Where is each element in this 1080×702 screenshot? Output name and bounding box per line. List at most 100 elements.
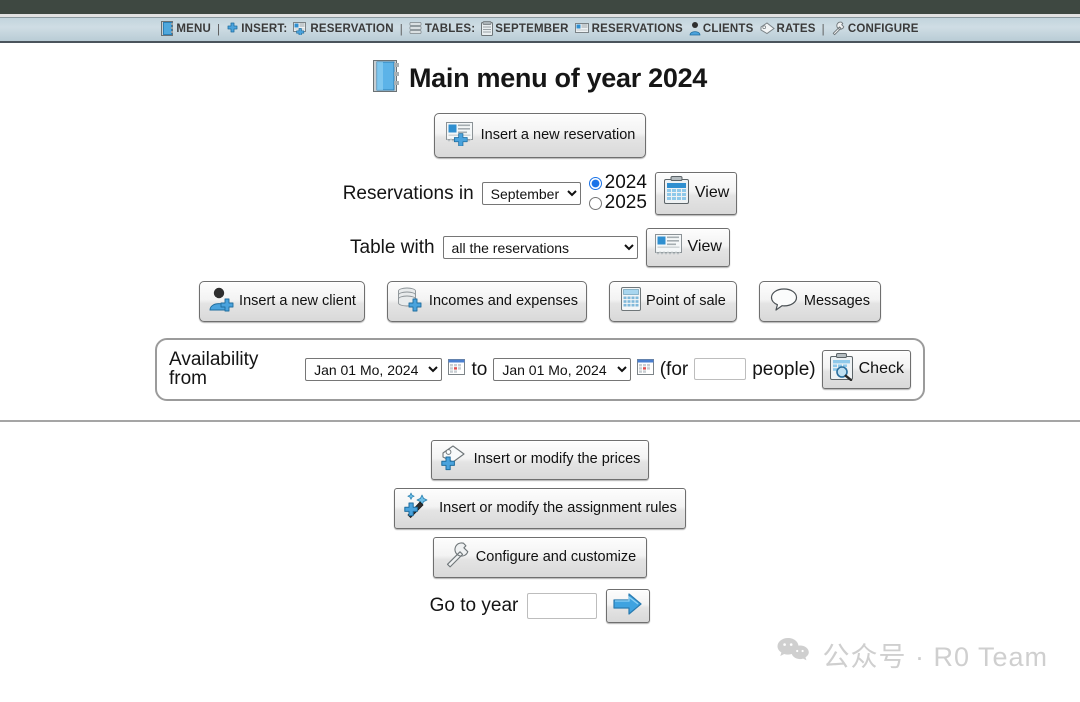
client-icon	[689, 21, 701, 39]
insert-client-label: Insert a new client	[239, 293, 356, 310]
messages-button[interactable]: Messages	[758, 280, 881, 322]
menu-item-clients[interactable]: CLIENTS	[686, 21, 757, 39]
book-icon	[372, 60, 401, 97]
menu-separator-3: |	[821, 23, 825, 36]
point-of-sale-button[interactable]: Point of sale	[609, 280, 737, 322]
calendar-clipboard-icon	[663, 175, 691, 211]
go-to-year-button[interactable]	[606, 588, 651, 624]
availability-from-select[interactable]: Jan 01 Mo, 2024Jan 02 Tu, 2024Jan 03 We,…	[305, 357, 443, 381]
book-icon	[161, 20, 174, 39]
insert-reservation-label: Insert a new reservation	[480, 127, 636, 144]
table-with-label: Table with	[350, 236, 435, 258]
menu-separator-2: |	[399, 23, 403, 36]
menu-item-tables[interactable]: TABLES:	[406, 21, 478, 39]
view-month-label: View	[694, 184, 730, 202]
view-table-label: View	[687, 238, 722, 256]
reservation-add-icon	[293, 21, 308, 38]
action-buttons-row: Insert a new client Incomes and expenses	[0, 280, 1080, 322]
watermark-text: 公众号 · R0 Team	[822, 642, 1048, 672]
modify-prices-button[interactable]: Insert or modify the prices	[430, 439, 650, 480]
availability-to-label: to	[471, 358, 488, 380]
menu-item-insert[interactable]: INSERT:	[223, 22, 290, 38]
wrench-icon	[831, 21, 846, 39]
modify-prices-label: Insert or modify the prices	[473, 451, 641, 468]
year-radio-label: 2025	[604, 192, 647, 214]
incomes-expenses-label: Incomes and expenses	[428, 293, 579, 310]
assignment-rules-button[interactable]: Insert or modify the assignment rules	[394, 487, 686, 529]
month-select[interactable]: JanuaryFebruaryMarchAprilMayJuneJulyAugu…	[481, 181, 581, 205]
go-to-year-input[interactable]	[527, 592, 598, 619]
messages-label: Messages	[803, 293, 870, 310]
year-radio-2025[interactable]: 2025	[588, 192, 647, 214]
people-input[interactable]	[694, 358, 747, 381]
page-title: Main menu of year 2024	[408, 63, 708, 93]
reservations-icon	[654, 232, 684, 263]
browser-title-bar	[0, 0, 1080, 14]
availability-for-label: (for	[659, 358, 689, 380]
message-icon	[770, 286, 800, 317]
menu-item-label: SEPTEMBER	[495, 22, 569, 35]
year-radio-label: 2024	[604, 172, 647, 194]
menu-item-label: INSERT:	[241, 22, 288, 35]
clipboard-icon	[481, 20, 494, 39]
year-radio-input-2024[interactable]	[588, 176, 602, 190]
availability-section: Availability from Jan 01 Mo, 2024Jan 02 …	[0, 337, 1080, 401]
year-radio-input-2025[interactable]	[588, 196, 602, 210]
menu-item-label: RESERVATION	[310, 22, 394, 35]
coins-add-icon	[396, 286, 425, 317]
go-to-year-label: Go to year	[429, 595, 519, 617]
calendar-picker-icon[interactable]	[448, 358, 466, 380]
page-title-row: Main menu of year 2024	[0, 60, 1080, 97]
tag-icon	[760, 21, 775, 38]
reservations-icon	[574, 22, 590, 38]
menu-item-september[interactable]: SEPTEMBER	[478, 20, 571, 39]
view-table-button[interactable]: View	[645, 227, 730, 267]
table-select[interactable]: all the reservationsthe confirmed reserv…	[442, 235, 638, 259]
client-add-icon	[208, 286, 235, 317]
menu-item-label: RATES	[776, 22, 816, 35]
year-radio-group: 2024 2025	[588, 172, 647, 214]
section-divider	[0, 419, 1080, 422]
configure-customize-label: Configure and customize	[475, 548, 637, 565]
calendar-picker-icon[interactable]	[636, 358, 654, 380]
configure-row: Configure and customize	[0, 536, 1080, 578]
view-month-button[interactable]: View	[654, 171, 738, 215]
menu-item-label: CLIENTS	[702, 22, 754, 35]
configure-customize-button[interactable]: Configure and customize	[432, 536, 648, 578]
assignment-rules-label: Insert or modify the assignment rules	[439, 499, 677, 516]
calculator-icon	[620, 286, 642, 317]
plus-icon	[226, 22, 239, 38]
year-radio-2024[interactable]: 2024	[588, 172, 647, 194]
wechat-icon	[776, 636, 812, 673]
main-menu-bar: MENU | INSERT: RESERVATION | TABLES: SEP…	[0, 17, 1080, 43]
page-content: Main menu of year 2024 Insert a new rese…	[0, 60, 1080, 624]
menu-item-configure[interactable]: CONFIGURE	[828, 21, 922, 39]
prices-row: Insert or modify the prices	[0, 439, 1080, 480]
menu-item-reservation[interactable]: RESERVATION	[290, 21, 396, 38]
reservations-month-row: Reservations in JanuaryFebruaryMarchApri…	[0, 171, 1080, 215]
insert-reservation-row: Insert a new reservation	[0, 113, 1080, 158]
insert-client-button[interactable]: Insert a new client	[199, 280, 365, 322]
watermark: 公众号 · R0 Team	[776, 635, 1048, 674]
wrench-icon	[444, 541, 472, 574]
check-availability-button[interactable]: Check	[821, 349, 911, 389]
menu-item-label: CONFIGURE	[847, 22, 919, 35]
go-to-year-row: Go to year	[0, 588, 1080, 624]
check-label: Check	[858, 360, 904, 378]
table-with-row: Table with all the reservationsthe confi…	[0, 227, 1080, 267]
menu-item-menu[interactable]: MENU	[158, 20, 214, 39]
availability-to-select[interactable]: Jan 01 Mo, 2024Jan 02 Tu, 2024Jan 03 We,…	[493, 357, 631, 381]
magic-wand-add-icon	[403, 492, 435, 525]
menu-item-rates[interactable]: RATES	[757, 21, 819, 38]
availability-box: Availability from Jan 01 Mo, 2024Jan 02 …	[155, 337, 925, 401]
reservations-in-label: Reservations in	[342, 182, 474, 204]
menu-item-reservations[interactable]: RESERVATIONS	[572, 22, 686, 38]
menu-item-label: TABLES:	[424, 22, 476, 35]
incomes-expenses-button[interactable]: Incomes and expenses	[386, 280, 588, 322]
insert-reservation-button[interactable]: Insert a new reservation	[433, 113, 647, 158]
price-tag-add-icon	[440, 444, 470, 476]
menu-item-label: MENU	[176, 22, 212, 35]
menu-item-label: RESERVATIONS	[591, 22, 683, 35]
assignment-rules-row: Insert or modify the assignment rules	[0, 487, 1080, 529]
arrow-right-icon	[613, 592, 643, 621]
